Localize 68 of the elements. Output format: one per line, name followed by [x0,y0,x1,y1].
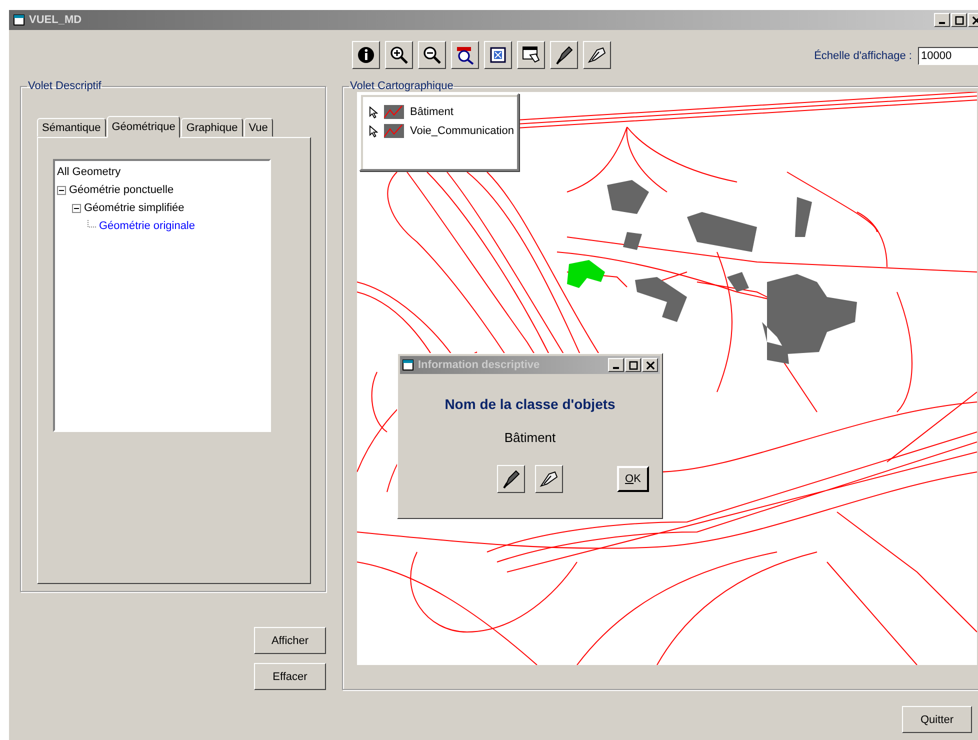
maximize-button[interactable] [951,13,967,27]
building[interactable] [795,197,812,237]
zoom-in-button[interactable] [384,41,412,69]
zoom-extent-icon [488,45,508,65]
brush-button[interactable] [535,465,563,493]
info-button[interactable] [352,41,380,69]
pen-icon [501,469,521,489]
zoom-layer-icon [454,45,474,65]
action-button[interactable]: Effacer [254,663,326,690]
maximize-button[interactable] [625,358,641,372]
panel-title: Volet Descriptif [27,80,102,92]
window-icon [402,359,414,371]
close-icon [972,16,978,24]
pen-button[interactable] [497,465,525,493]
maximize-icon [954,16,964,24]
minimize-icon [939,22,945,24]
building[interactable] [607,180,649,214]
window-icon [13,14,25,26]
tree-item[interactable]: Géométrie simplifiée [84,202,184,214]
line-symbol-icon [384,124,404,138]
tab[interactable]: Vue [244,118,273,137]
close-button[interactable] [642,358,658,372]
collapse-icon[interactable] [57,186,66,194]
zoom-layer-button[interactable] [450,41,478,69]
pen-button[interactable] [550,41,578,69]
building[interactable] [727,272,749,292]
cursor-icon[interactable] [369,106,378,118]
dialog-title: Information descriptive [418,359,541,371]
brush-icon [586,45,606,65]
window-title: VUEL_MD [29,14,83,26]
line-symbol-icon [384,105,404,119]
tab[interactable]: Géométrique [106,116,180,138]
quit-button[interactable]: Quitter [902,706,972,733]
close-icon [646,360,654,370]
legend-label: Voie_Communication [410,125,514,137]
minimize-icon [613,367,619,369]
dialog-heading: Nom de la classe d'objets [444,396,616,412]
scale-field[interactable]: 10000 [918,47,978,65]
scale-label: Échelle d'affichage : [814,50,912,62]
maximize-icon [628,360,638,370]
panel-title: Volet Cartographique [349,80,454,92]
class-name: Bâtiment [503,430,557,445]
pen-icon [554,45,574,65]
tree-item[interactable]: Géométrie ponctuelle [69,184,174,196]
minimize-button[interactable] [934,13,950,27]
building[interactable] [623,232,642,250]
tree-item[interactable]: All Geometry [57,166,121,178]
brush-button[interactable] [582,41,610,69]
building[interactable] [762,274,857,364]
action-button[interactable]: Afficher [254,627,326,654]
tree-item[interactable]: Géométrie originale [99,220,195,232]
zoom-extent-button[interactable] [484,41,512,69]
ok-button[interactable]: OK [617,466,649,492]
hand-button[interactable] [516,41,544,69]
info-icon [356,45,376,65]
hand-icon [520,45,540,65]
minimize-button[interactable] [608,358,624,372]
zoom-out-icon [422,45,442,65]
brush-icon [539,469,559,489]
building[interactable] [635,277,687,322]
cursor-icon[interactable] [369,124,378,138]
zoom-in-icon [388,45,408,65]
legend-label: Bâtiment [410,106,454,118]
tab[interactable]: Graphique [181,118,243,137]
tab[interactable]: Sémantique [37,118,106,137]
building[interactable] [687,212,757,252]
zoom-out-button[interactable] [418,41,446,69]
collapse-icon[interactable] [72,204,81,212]
